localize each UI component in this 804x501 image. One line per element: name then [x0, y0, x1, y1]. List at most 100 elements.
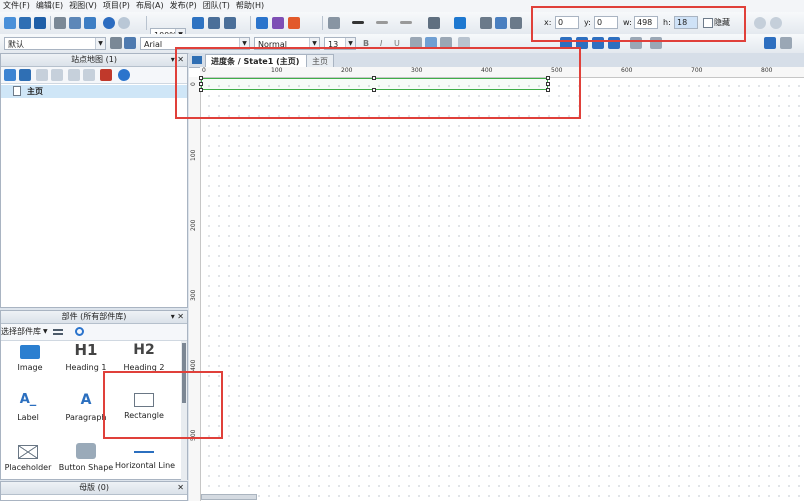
style-manager-icon[interactable]: [110, 37, 122, 49]
menu-layout[interactable]: 布局(A): [133, 0, 167, 12]
hide-checkbox[interactable]: [703, 18, 713, 28]
menu-view[interactable]: 视图(V): [66, 0, 100, 12]
w-field[interactable]: 498: [634, 16, 658, 29]
distribute-icon[interactable]: [650, 37, 662, 49]
new-file-icon[interactable]: [4, 17, 16, 29]
font-select[interactable]: Arial ▼: [140, 37, 250, 50]
widget-rectangle[interactable]: Rectangle: [115, 393, 173, 420]
resize-handle[interactable]: [546, 82, 550, 86]
crop-icon[interactable]: [224, 17, 236, 29]
reset-icon[interactable]: [770, 17, 782, 29]
scrollbar-thumb[interactable]: [182, 343, 186, 403]
move-down-icon[interactable]: [51, 69, 63, 81]
chevron-down-icon[interactable]: ▼: [43, 324, 48, 340]
tab-progress-state1[interactable]: 进度条 / State1 (主页) ✕: [205, 54, 320, 67]
unlock-icon[interactable]: [780, 37, 792, 49]
paint-bucket-icon[interactable]: [428, 17, 440, 29]
shape-icon[interactable]: [454, 17, 466, 29]
send-back-icon[interactable]: [576, 37, 588, 49]
y-field[interactable]: 0: [594, 16, 618, 29]
text-align-left-icon[interactable]: [410, 37, 422, 49]
select-mode-icon[interactable]: [192, 17, 204, 29]
menu-icon[interactable]: [53, 329, 63, 335]
widget-placeholder[interactable]: Placeholder: [0, 445, 57, 472]
share-icon[interactable]: [272, 17, 284, 29]
menu-publish[interactable]: 发布(P): [167, 0, 200, 12]
add-folder-icon[interactable]: [19, 69, 31, 81]
font-size-select[interactable]: 13 ▼: [324, 37, 356, 50]
open-folder-icon[interactable]: [19, 17, 31, 29]
fill-color-icon[interactable]: [328, 17, 340, 29]
resize-handle[interactable]: [372, 88, 376, 92]
tab-scroll-icon[interactable]: [192, 56, 202, 64]
resize-handle[interactable]: [372, 76, 376, 80]
canvas-grid[interactable]: [201, 78, 804, 501]
widget-horizontal-line[interactable]: Horizontal Line: [115, 447, 175, 470]
widget-heading-2[interactable]: H2 Heading 2: [115, 341, 173, 372]
arrow-style-icon[interactable]: [400, 21, 412, 24]
menu-help[interactable]: 帮助(H): [233, 0, 267, 12]
menu-project[interactable]: 项目(P): [100, 0, 133, 12]
widget-image[interactable]: Image: [1, 345, 59, 372]
outdent-icon[interactable]: [68, 69, 80, 81]
resize-handle[interactable]: [199, 88, 203, 92]
paste-icon[interactable]: [84, 17, 96, 29]
search-icon[interactable]: [118, 69, 130, 81]
close-icon[interactable]: ✕: [177, 55, 184, 64]
resize-handle[interactable]: [199, 82, 203, 86]
move-up-icon[interactable]: [36, 69, 48, 81]
text-align-right-icon[interactable]: [440, 37, 452, 49]
save-icon[interactable]: [34, 17, 46, 29]
tab-home[interactable]: 主页: [306, 54, 334, 67]
line-style-icon[interactable]: [376, 21, 388, 24]
widget-heading-1[interactable]: H1 Heading 1: [57, 341, 115, 372]
refresh-icon[interactable]: [754, 17, 766, 29]
cut-icon[interactable]: [54, 17, 66, 29]
pin-icon[interactable]: ▾: [171, 312, 175, 321]
lock-icon[interactable]: [764, 37, 776, 49]
h-field[interactable]: 18: [674, 16, 698, 29]
menu-edit[interactable]: 编辑(E): [33, 0, 66, 12]
delete-page-icon[interactable]: [100, 69, 112, 81]
align-center-icon[interactable]: [495, 17, 507, 29]
sitemap-row-home[interactable]: 主页: [1, 85, 187, 98]
resize-handle[interactable]: [199, 76, 203, 80]
bold-icon[interactable]: B: [363, 37, 369, 50]
align-right-icon[interactable]: [510, 17, 522, 29]
indent-icon[interactable]: [83, 69, 95, 81]
align-left-icon[interactable]: [480, 17, 492, 29]
underline-icon[interactable]: U: [394, 37, 400, 50]
align-objects-icon[interactable]: [630, 37, 642, 49]
pin-icon[interactable]: ▾: [171, 55, 175, 64]
close-icon[interactable]: ✕: [177, 312, 184, 321]
resize-handle[interactable]: [546, 76, 550, 80]
copy-icon[interactable]: [69, 17, 81, 29]
preview-icon[interactable]: [256, 17, 268, 29]
menu-file[interactable]: 文件(F): [0, 0, 33, 12]
widget-paragraph[interactable]: A Paragraph: [57, 391, 115, 422]
bullet-icon[interactable]: [458, 37, 470, 49]
close-icon[interactable]: ✕: [177, 483, 184, 492]
connector-icon[interactable]: [208, 17, 220, 29]
italic-icon[interactable]: I: [380, 37, 382, 50]
add-page-icon[interactable]: [4, 69, 16, 81]
widgets-scrollbar[interactable]: [181, 341, 187, 481]
group-icon[interactable]: [592, 37, 604, 49]
format-painter-icon[interactable]: [124, 37, 136, 49]
ungroup-icon[interactable]: [608, 37, 620, 49]
style-select[interactable]: 默认 ▼: [4, 37, 106, 50]
undo-icon[interactable]: [103, 17, 115, 29]
publish-icon[interactable]: [288, 17, 300, 29]
canvas-scrollbar[interactable]: [201, 494, 257, 500]
library-select[interactable]: 选择部件库: [1, 324, 41, 340]
text-align-center-icon[interactable]: [425, 37, 437, 49]
resize-handle[interactable]: [546, 88, 550, 92]
x-field[interactable]: 0: [555, 16, 579, 29]
widget-button-shape[interactable]: Button Shape: [57, 443, 115, 472]
line-weight-icon[interactable]: [352, 21, 364, 24]
redo-icon[interactable]: [118, 17, 130, 29]
search-icon[interactable]: [75, 327, 84, 336]
bring-front-icon[interactable]: [560, 37, 572, 49]
font-weight-select[interactable]: Normal ▼: [254, 37, 320, 50]
menu-team[interactable]: 团队(T): [200, 0, 233, 12]
